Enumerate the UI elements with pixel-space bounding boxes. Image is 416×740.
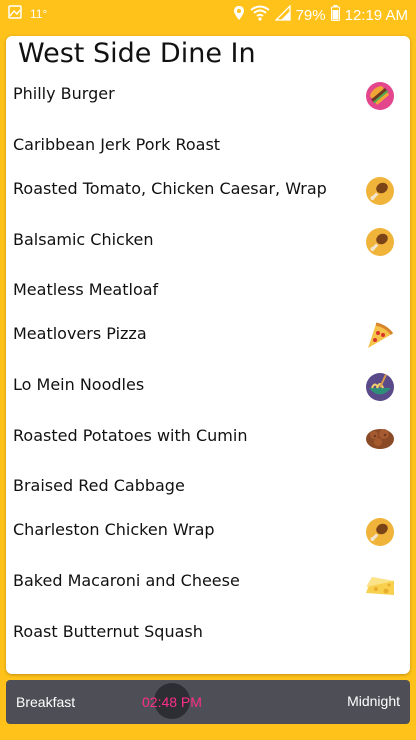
menu-item-name: Charleston Chicken Wrap: [13, 520, 215, 539]
battery-icon: [330, 5, 340, 25]
menu-item-name: Roasted Potatoes with Cumin: [13, 426, 248, 445]
signal-icon: [274, 4, 291, 25]
menu-item-roasted-tomato-chicken-caesar-wrap[interactable]: Roasted Tomato, Chicken Caesar, Wrap: [6, 175, 410, 219]
menu-item-name: Meatlovers Pizza: [13, 324, 147, 343]
slider-end-label: Midnight: [347, 693, 400, 709]
slider-current-time: 02:48 PM: [142, 694, 202, 710]
menu-item-philly-burger[interactable]: Philly Burger: [6, 80, 410, 124]
clock: 12:19 AM: [344, 6, 408, 24]
menu-card: West Side Dine In Philly Burger Caribbea…: [6, 36, 410, 674]
menu-item-meatlovers-pizza[interactable]: Meatlovers Pizza: [6, 320, 410, 364]
slider-start-label: Breakfast: [16, 694, 76, 710]
menu-item-name: Braised Red Cabbage: [13, 476, 185, 495]
location-icon: [233, 5, 245, 25]
menu-item-name: Caribbean Jerk Pork Roast: [13, 135, 221, 154]
menu-item-roast-butternut-squash[interactable]: Roast Butternut Squash: [6, 618, 410, 662]
menu-item-name: Baked Macaroni and Cheese: [13, 571, 240, 590]
menu-item-name: Roasted Tomato, Chicken Caesar, Wrap: [13, 179, 327, 198]
battery-percentage: 79%: [295, 6, 326, 24]
menu-item-name: Meatless Meatloaf: [13, 280, 159, 299]
menu-item-balsamic-chicken[interactable]: Balsamic Chicken: [6, 226, 410, 270]
page-title: West Side Dine In: [18, 38, 256, 69]
potato-icon: [364, 422, 396, 454]
pizza-icon: [364, 320, 396, 352]
chicken-leg-icon: [364, 226, 396, 258]
burger-icon: [364, 80, 396, 112]
menu-item-caribbean-jerk-pork-roast[interactable]: Caribbean Jerk Pork Roast: [6, 131, 410, 175]
menu-item-name: Balsamic Chicken: [13, 230, 154, 249]
menu-item-braised-red-cabbage[interactable]: Braised Red Cabbage: [6, 472, 410, 516]
chicken-leg-icon: [364, 516, 396, 548]
time-slider[interactable]: Breakfast 02:48 PM Midnight: [6, 680, 410, 724]
menu-item-lo-mein-noodles[interactable]: Lo Mein Noodles: [6, 371, 410, 415]
wifi-icon: [249, 5, 270, 25]
chicken-leg-icon: [364, 175, 396, 207]
status-bar: 11° 79% 12:19 AM: [0, 0, 416, 28]
menu-item-charleston-chicken-wrap[interactable]: Charleston Chicken Wrap: [6, 516, 410, 560]
weather-temperature: 11°: [30, 7, 48, 21]
cheese-icon: [364, 567, 396, 599]
menu-item-roasted-potatoes-with-cumin[interactable]: Roasted Potatoes with Cumin: [6, 422, 410, 466]
noodles-icon: [364, 371, 396, 403]
menu-item-baked-macaroni-and-cheese[interactable]: Baked Macaroni and Cheese: [6, 567, 410, 611]
image-notification-icon: [8, 5, 22, 23]
menu-item-name: Roast Butternut Squash: [13, 622, 203, 641]
menu-item-name: Philly Burger: [13, 84, 115, 103]
menu-item-name: Lo Mein Noodles: [13, 375, 145, 394]
menu-item-meatless-meatloaf[interactable]: Meatless Meatloaf: [6, 276, 410, 320]
